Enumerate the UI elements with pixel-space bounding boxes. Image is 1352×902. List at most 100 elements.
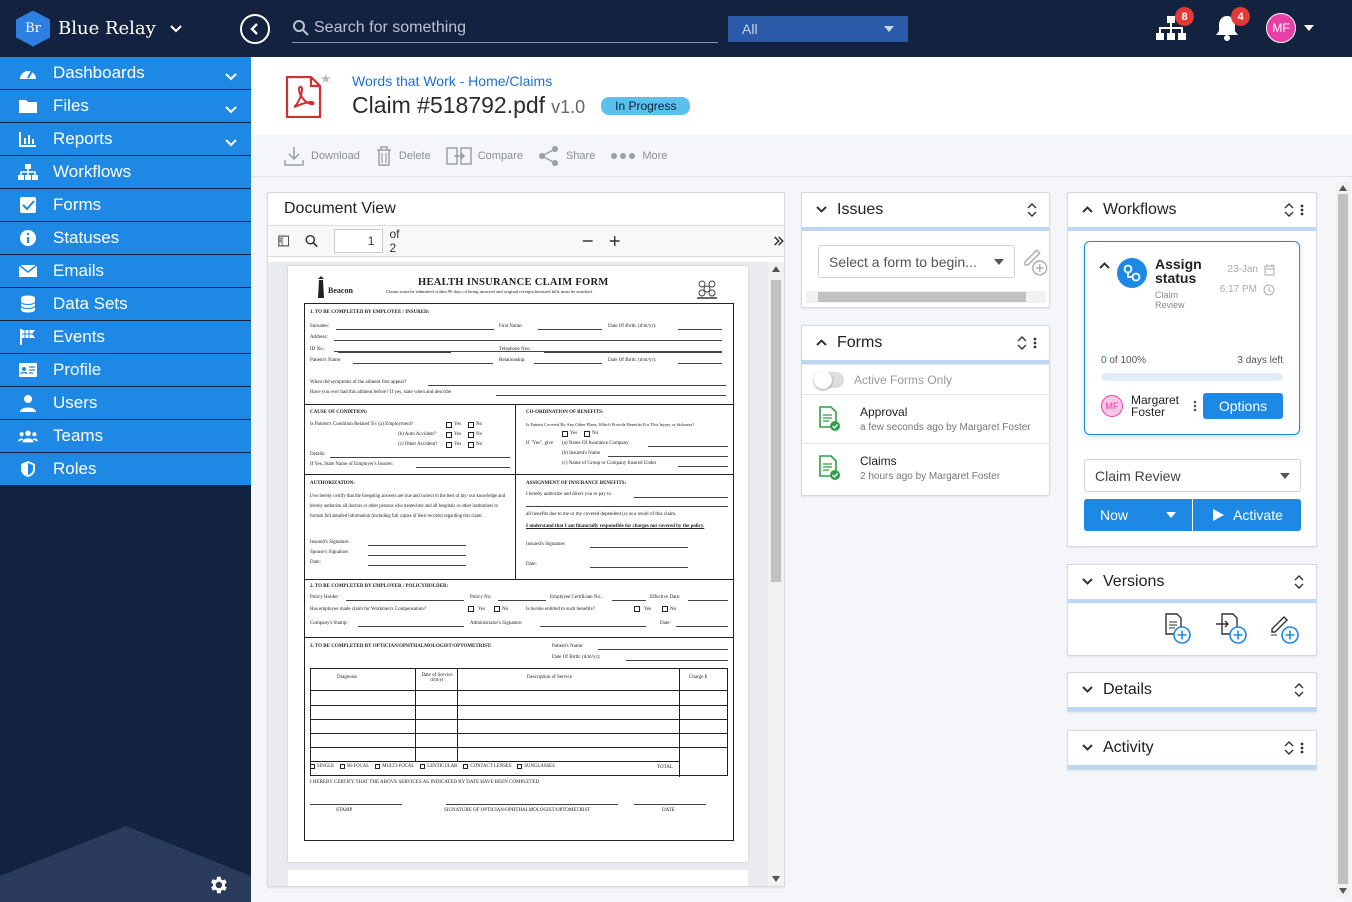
scroll-up-arrow-icon[interactable] [772,266,780,272]
breadcrumb[interactable]: Words that Work - Home/Claims [352,73,690,89]
chevron-up-icon[interactable] [1082,204,1093,216]
chevron-down-icon[interactable] [225,132,237,152]
form-list-item[interactable]: Approval a few seconds ago by Margaret Fo… [802,394,1049,443]
sidebar-item-label: Events [53,327,105,346]
table-header: Date of Service d/m/yr [421,673,453,683]
org-chart-button[interactable]: 8 [1154,7,1194,46]
sidebar-item-profile[interactable]: Profile [0,354,251,387]
brand[interactable]: Br Blue Relay [0,10,251,47]
favorite-star-icon[interactable]: ★ [320,71,332,87]
sort-icon[interactable] [1294,683,1304,697]
form-label: SIGNATURE OF OPTICIAN/OPHTHALMOLOGIST/OP… [444,808,591,813]
form-label: No [670,607,677,612]
search-bar[interactable] [292,15,718,43]
sidebar-item-roles[interactable]: Roles [0,453,251,486]
sidebar-item-users[interactable]: Users [0,387,251,420]
double-chevron-right-icon[interactable] [773,234,784,248]
workflow-card[interactable]: Assign status Claim Review 23-Jan 6:17 P… [1084,241,1300,435]
sort-icon[interactable] [1294,575,1304,589]
chevron-down-icon[interactable] [1082,684,1093,696]
drag-handle-icon[interactable] [1193,400,1197,412]
sidebar-item-reports[interactable]: Reports [0,123,251,156]
sidebar-item-events[interactable]: Events [0,321,251,354]
compare-button[interactable]: Compare [445,145,523,167]
notifications-button[interactable]: 4 [1210,7,1250,46]
sidebar-item-label: Users [53,393,98,412]
network-badge: 8 [1175,7,1194,26]
active-forms-toggle[interactable] [814,370,844,389]
collapse-sidebar-button[interactable] [240,13,270,44]
sidebar-item-emails[interactable]: Emails [0,255,251,288]
versions-header[interactable]: Versions [1068,565,1316,599]
sign-version-icon[interactable] [1268,611,1302,645]
scroll-down-arrow-icon[interactable] [1339,888,1347,894]
kebab-menu-icon[interactable] [1300,742,1304,754]
lens-options: SINGLE BI-FOCAL MULTI-FOCAL LENTICULAR CONTA… [310,764,555,769]
page-number-input[interactable]: 1 [334,229,384,253]
sidebar-item-workflows[interactable]: Workflows [0,156,251,189]
chevron-up-icon[interactable] [816,337,827,349]
chevron-up-icon[interactable] [1099,262,1110,269]
details-header[interactable]: Details [1068,673,1316,707]
zoom-out-icon[interactable] [582,234,593,248]
sidebar-item-dashboards[interactable]: Dashboards [0,57,251,90]
workflow-select[interactable]: Claim Review [1084,459,1301,492]
import-version-icon[interactable] [1214,611,1248,645]
scroll-up-arrow-icon[interactable] [1339,185,1347,191]
forms-header[interactable]: Forms [802,326,1049,360]
options-button[interactable]: Options [1203,393,1283,419]
add-issue-icon[interactable] [1023,246,1049,276]
download-button[interactable]: Download [283,145,360,167]
chevron-down-icon[interactable] [225,66,237,86]
sort-icon[interactable] [1284,741,1294,755]
zoom-in-icon[interactable] [609,234,620,248]
active-forms-toggle-row[interactable]: Active Forms Only [802,364,1049,394]
form-label: I hereby authorize and direct you to pay… [526,492,611,497]
pdf-scrollbar[interactable] [768,262,784,886]
issues-header[interactable]: Issues [802,193,1049,227]
caret-down-icon[interactable] [1166,512,1176,518]
activate-button[interactable]: Activate [1193,499,1301,531]
form-label: Administrator's Signature: [470,621,523,626]
issues-scrollbar[interactable] [806,291,1046,303]
chevron-down-icon[interactable] [170,22,182,36]
kebab-menu-icon[interactable] [1033,337,1037,349]
sort-icon[interactable] [1027,203,1037,217]
pdf-scroll-thumb[interactable] [771,280,781,582]
kebab-menu-icon[interactable] [1300,204,1304,216]
workflows-header[interactable]: Workflows [1068,193,1316,227]
sidebar-item-teams[interactable]: Teams [0,420,251,453]
add-version-icon[interactable] [1160,611,1194,645]
activity-header[interactable]: Activity [1068,731,1316,765]
document-view-title: Document View [284,200,396,217]
chevron-down-icon[interactable] [816,204,827,216]
search-input[interactable] [314,19,704,37]
sidebar-item-forms[interactable]: Forms [0,189,251,222]
sidebar-item-files[interactable]: Files [0,90,251,123]
sort-icon[interactable] [1284,203,1294,217]
scroll-down-arrow-icon[interactable] [772,876,780,882]
form-label: Is Patient's Condition Related To: (a) E… [310,422,414,427]
search-scope-select[interactable]: All [728,15,908,42]
form-list-item[interactable]: Claims 2 hours ago by Margaret Foster [802,443,1049,492]
chevron-down-icon[interactable] [1082,742,1093,754]
chevron-down-icon[interactable] [1082,576,1093,588]
sort-icon[interactable] [1017,336,1027,350]
share-button[interactable]: Share [538,145,595,167]
sidebar-toggle-icon[interactable] [278,234,290,248]
sidebar-item-statuses[interactable]: Statuses [0,222,251,255]
issue-form-select[interactable]: Select a form to begin... [818,245,1016,278]
schedule-now-button[interactable]: Now [1084,499,1192,531]
more-button[interactable]: More [610,150,667,162]
user-menu[interactable]: MF [1266,13,1314,43]
gear-icon[interactable] [207,874,229,896]
form-label: Yes [570,431,578,436]
main-scrollbar[interactable] [1336,182,1350,897]
main-scroll-thumb[interactable] [1338,194,1348,884]
pdf-viewport[interactable]: Beacon HEALTH INSURANCE CLAIM FORM Claim… [268,262,784,886]
sidebar-item-data-sets[interactable]: Data Sets [0,288,251,321]
form-subtitle: Claims must be submitted within 90 days … [386,289,593,294]
delete-button[interactable]: Delete [375,145,431,167]
chevron-down-icon[interactable] [225,99,237,119]
zoom-search-icon[interactable] [305,233,319,249]
